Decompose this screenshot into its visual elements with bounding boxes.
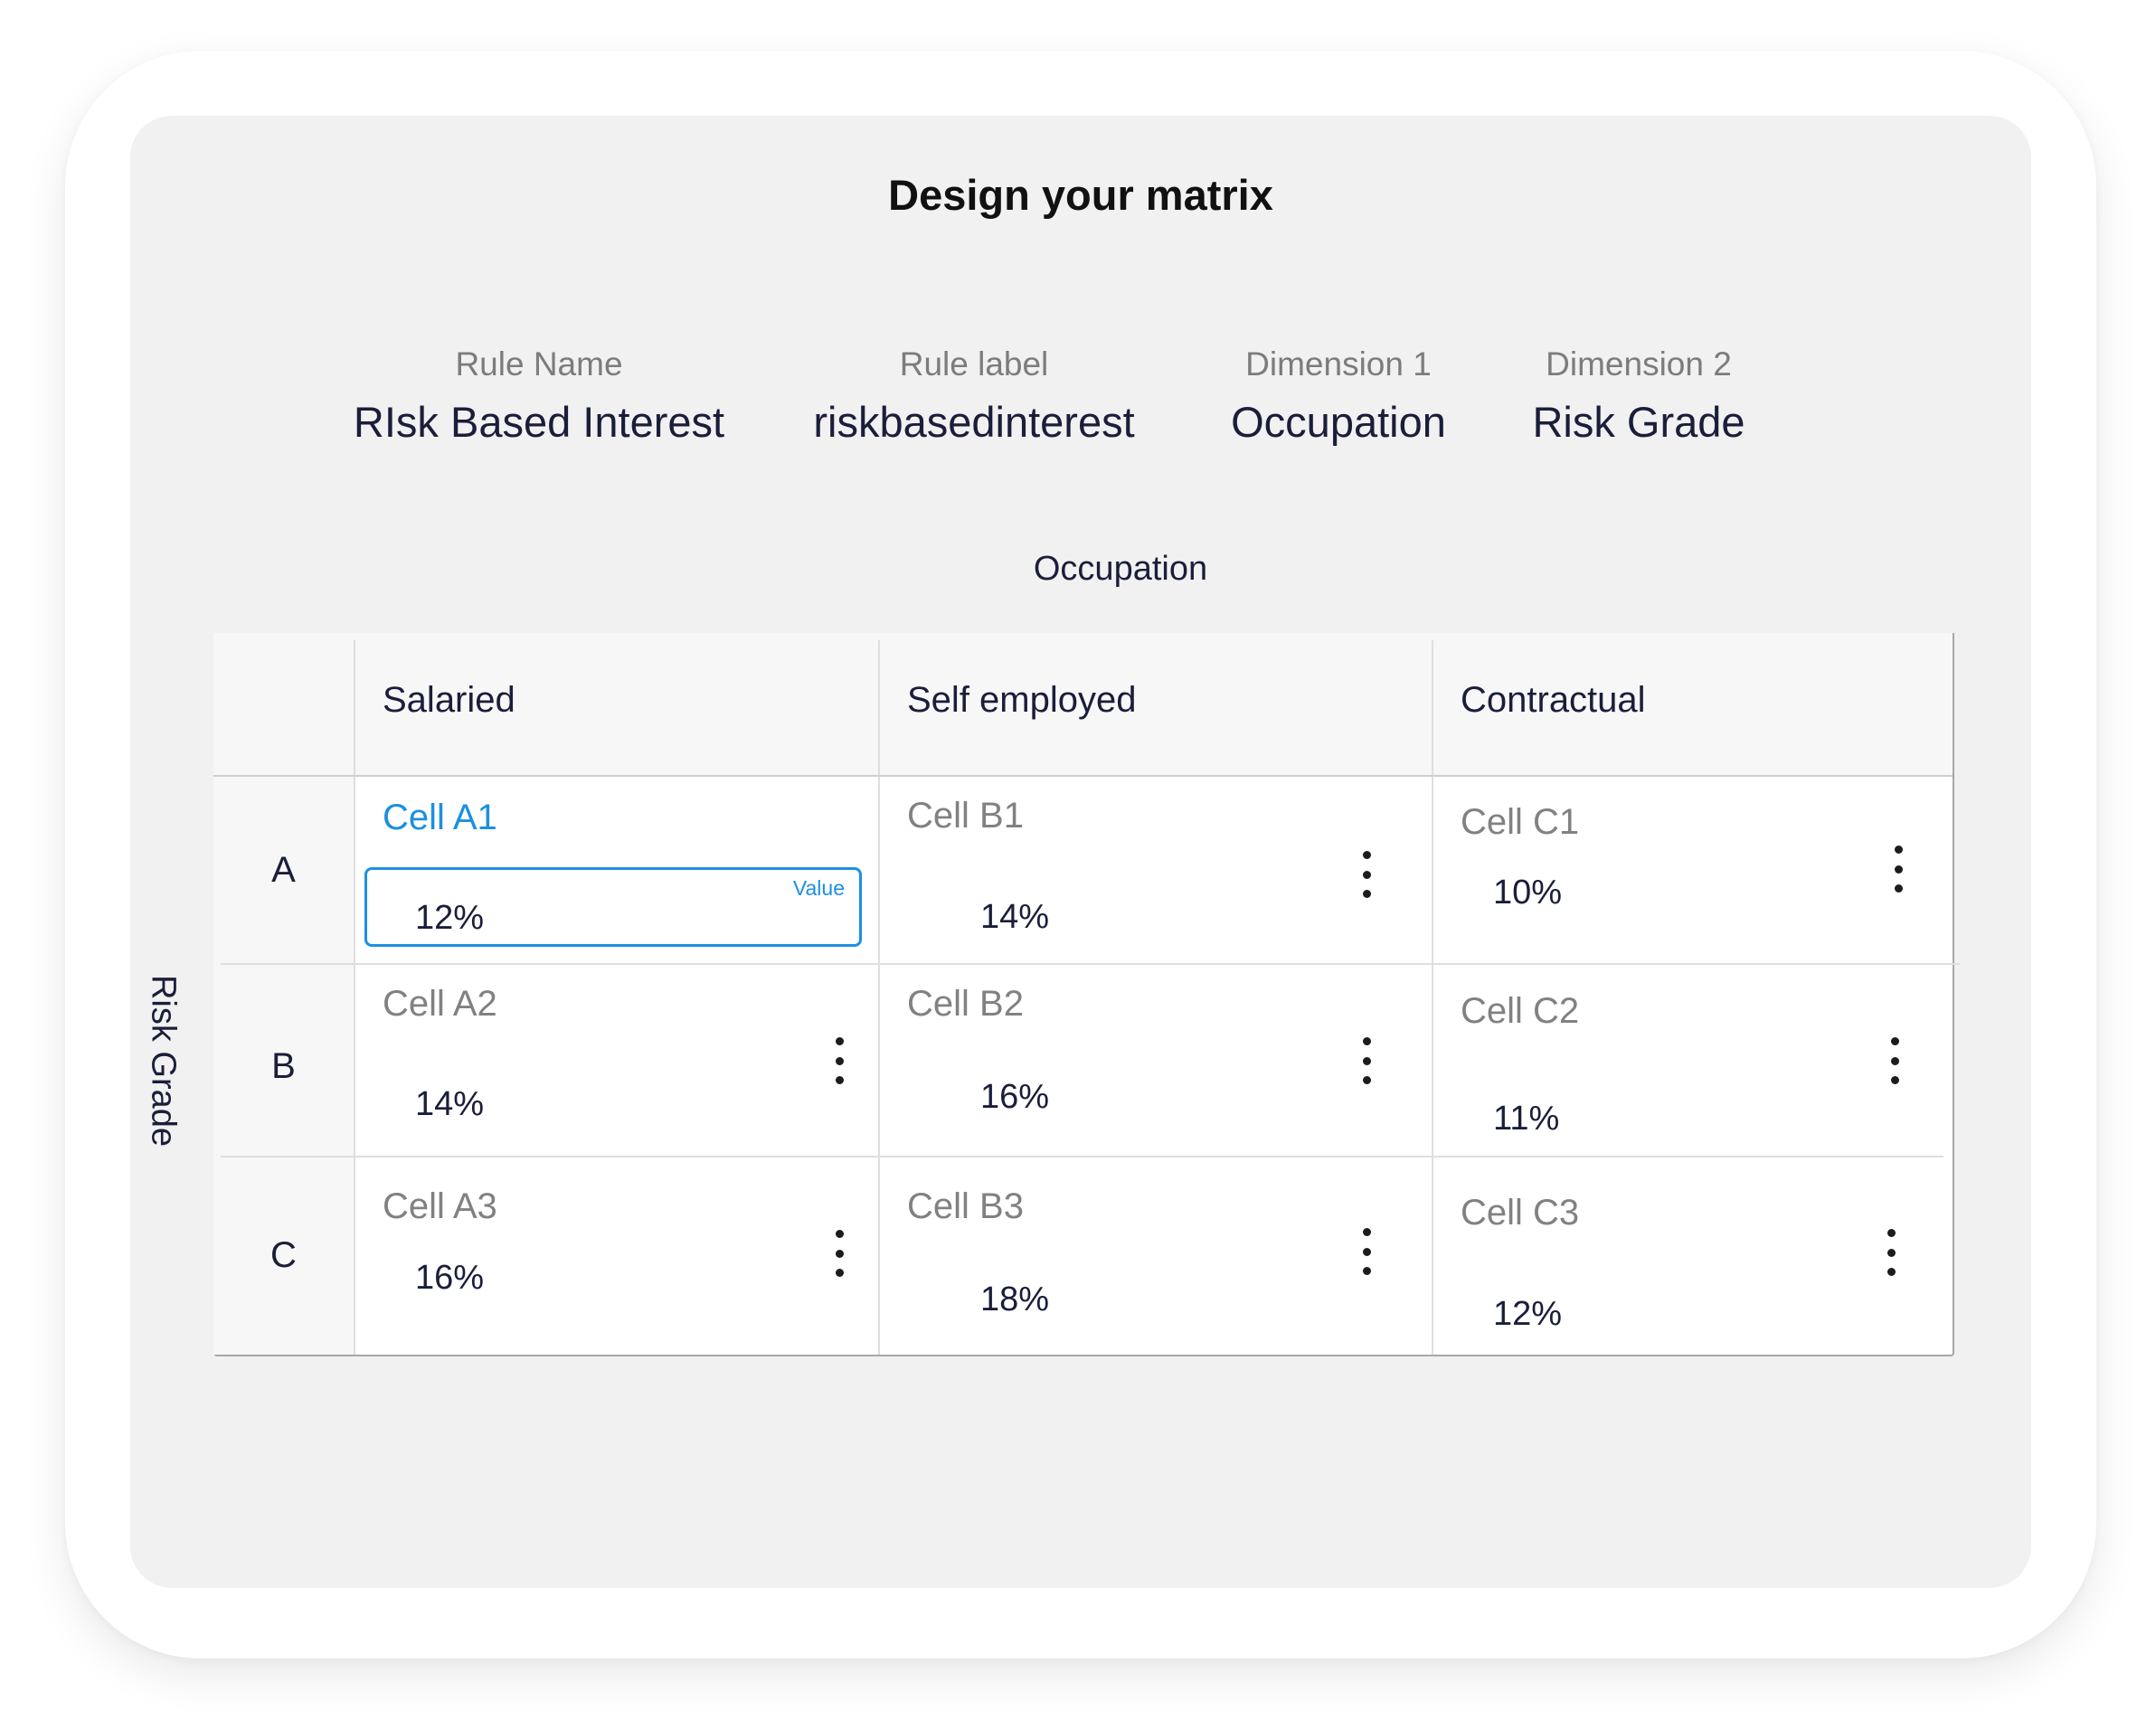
more-vertical-icon[interactable]	[1356, 1228, 1377, 1275]
column-axis-title: Occupation	[1033, 550, 1208, 588]
rule-label-label: Rule label	[899, 345, 1049, 383]
cell-value: 18%	[980, 1280, 1050, 1318]
more-vertical-icon[interactable]	[1884, 1037, 1905, 1084]
cell-value: 16%	[415, 1259, 485, 1297]
dimension-2-value: Risk Grade	[1532, 398, 1745, 446]
more-vertical-icon[interactable]	[1887, 846, 1909, 893]
matrix-table: Salaried Self employed Contractual A B C…	[213, 633, 1960, 1356]
cell-name: Cell B1	[907, 796, 1024, 836]
cell-value: 16%	[980, 1078, 1050, 1116]
cell-name: Cell B3	[907, 1186, 1024, 1226]
row-header-b: B	[271, 1046, 296, 1086]
cell-value: 14%	[980, 898, 1050, 936]
cell-name: Cell A1	[383, 798, 497, 837]
rule-label-field: Rule label riskbasedinterest	[813, 347, 1134, 443]
rule-name-field: Rule Name RIsk Based Interest	[354, 347, 724, 443]
more-vertical-icon[interactable]	[1880, 1229, 1902, 1276]
row-axis-title: Risk Grade	[144, 974, 183, 1148]
more-vertical-icon[interactable]	[1356, 1037, 1377, 1084]
matrix-cell-c2[interactable]: Cell C2 11%	[1432, 964, 1954, 1156]
cell-value-input[interactable]: Value	[364, 867, 862, 947]
dimension-1-field: Dimension 1 Occupation	[1231, 347, 1446, 443]
matrix-cell-b1[interactable]: Cell B1 14%	[878, 776, 1432, 964]
row-header-a: A	[271, 850, 296, 890]
rule-label-value: riskbasedinterest	[813, 398, 1135, 446]
more-vertical-icon[interactable]	[1356, 851, 1377, 898]
column-header-contractual: Contractual	[1461, 680, 1646, 720]
matrix-cell-a2[interactable]: Cell A2 14%	[354, 964, 878, 1156]
cell-name: Cell A2	[383, 984, 497, 1024]
cell-name: Cell B2	[907, 984, 1024, 1024]
more-vertical-icon[interactable]	[828, 1037, 850, 1084]
page-title: Design your matrix	[888, 171, 1273, 219]
column-header-self-employed: Self employed	[907, 680, 1137, 720]
dimension-1-label: Dimension 1	[1245, 345, 1432, 383]
cell-value: 12%	[1493, 1295, 1563, 1333]
dimension-2-label: Dimension 2	[1546, 345, 1732, 383]
cell-name: Cell C1	[1461, 802, 1580, 842]
cell-value: 11%	[1493, 1100, 1560, 1138]
rule-name-label: Rule Name	[455, 345, 623, 383]
matrix-designer-panel: Design your matrix Rule Name RIsk Based …	[130, 116, 2031, 1588]
value-input-field[interactable]	[367, 870, 859, 944]
matrix-cell-b2[interactable]: Cell B2 16%	[878, 964, 1432, 1156]
cell-name: Cell C3	[1461, 1193, 1580, 1233]
rule-name-value: RIsk Based Interest	[353, 398, 725, 446]
matrix-cell-a1[interactable]: Cell A1 Value	[354, 776, 878, 964]
cell-value: 14%	[415, 1085, 485, 1123]
row-header-c: C	[270, 1235, 297, 1275]
matrix-cell-c1[interactable]: Cell C1 10%	[1432, 776, 1954, 964]
dimension-2-field: Dimension 2 Risk Grade	[1532, 347, 1745, 443]
cell-name: Cell A3	[383, 1186, 497, 1226]
more-vertical-icon[interactable]	[828, 1230, 850, 1277]
column-header-salaried: Salaried	[383, 680, 515, 720]
cell-value: 10%	[1493, 874, 1563, 912]
dimension-1-value: Occupation	[1231, 398, 1446, 446]
matrix-cell-c3[interactable]: Cell C3 12%	[1432, 1157, 1954, 1355]
cell-name: Cell C2	[1461, 991, 1580, 1031]
matrix-cell-a3[interactable]: Cell A3 16%	[354, 1157, 878, 1355]
matrix-cell-b3[interactable]: Cell B3 18%	[878, 1157, 1432, 1355]
